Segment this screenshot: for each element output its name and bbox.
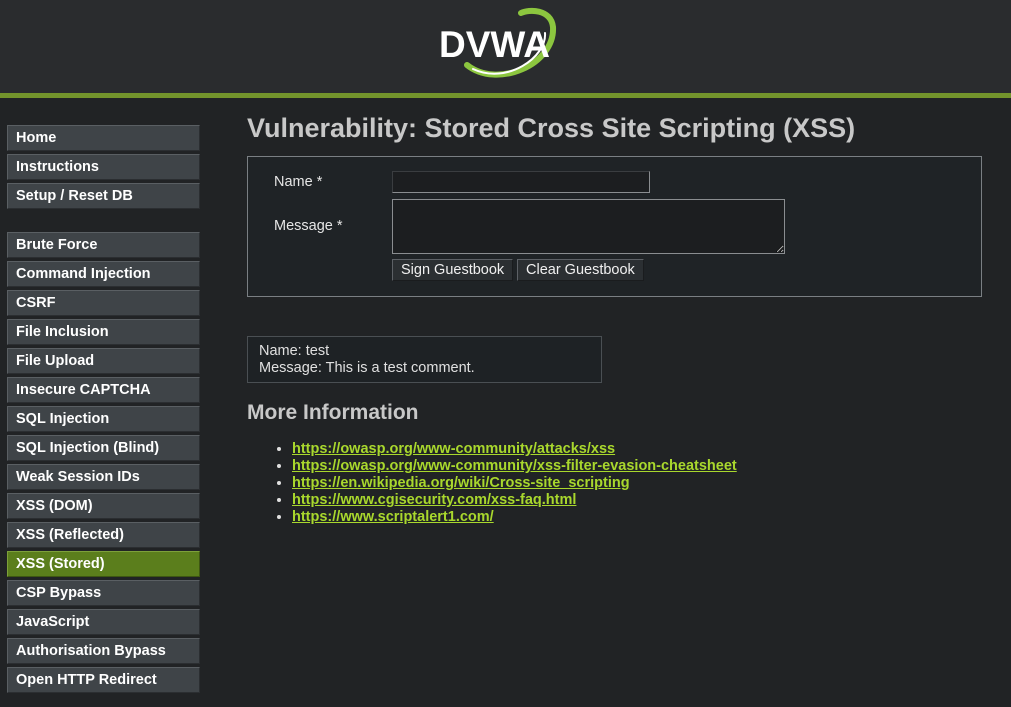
sidebar-item-brute-force[interactable]: Brute Force: [7, 232, 200, 258]
more-info-link[interactable]: https://en.wikipedia.org/wiki/Cross-site…: [292, 475, 630, 491]
more-info-link[interactable]: https://owasp.org/www-community/xss-filt…: [292, 458, 737, 474]
main-content: Vulnerability: Stored Cross Site Scripti…: [247, 110, 987, 525]
sidebar-item-insecure-captcha[interactable]: Insecure CAPTCHA: [7, 377, 200, 403]
svg-text:DVWA: DVWA: [439, 24, 550, 65]
clear-guestbook-button[interactable]: Clear Guestbook: [517, 259, 644, 281]
sidebar-item-xss-stored[interactable]: XSS (Stored): [7, 551, 200, 577]
sidebar-item-open-http-redirect[interactable]: Open HTTP Redirect: [7, 667, 200, 693]
sidebar-item-file-upload[interactable]: File Upload: [7, 348, 200, 374]
sidebar-menu: Home Instructions Setup / Reset DB Brute Fo…: [7, 125, 200, 696]
guestbook-form: Name * Message * Sign Guestbook Clear Gu…: [247, 156, 982, 297]
header-bar: DVWA: [0, 0, 1011, 98]
sidebar-item-xss-dom[interactable]: XSS (DOM): [7, 493, 200, 519]
more-info-link[interactable]: https://owasp.org/www-community/attacks/…: [292, 441, 615, 457]
sidebar-item-weak-session-ids[interactable]: Weak Session IDs: [7, 464, 200, 490]
sidebar-item-setup-reset-db[interactable]: Setup / Reset DB: [7, 183, 200, 209]
name-label: Name *: [274, 174, 323, 190]
more-info-list-item: https://www.cgisecurity.com/xss-faq.html: [292, 492, 737, 509]
sidebar-item-csrf[interactable]: CSRF: [7, 290, 200, 316]
more-info-list-item: https://owasp.org/www-community/attacks/…: [292, 441, 737, 458]
sidebar-item-csp-bypass[interactable]: CSP Bypass: [7, 580, 200, 606]
sign-guestbook-button[interactable]: Sign Guestbook: [392, 259, 514, 281]
sidebar-item-command-injection[interactable]: Command Injection: [7, 261, 200, 287]
more-info-list-item: https://www.scriptalert1.com/: [292, 509, 737, 526]
sidebar-item-home[interactable]: Home: [7, 125, 200, 151]
sidebar-item-instructions[interactable]: Instructions: [7, 154, 200, 180]
message-label: Message *: [274, 218, 343, 234]
dvwa-logo[interactable]: DVWA: [437, 7, 561, 83]
more-info-link[interactable]: https://www.cgisecurity.com/xss-faq.html: [292, 492, 576, 508]
name-input[interactable]: [392, 171, 650, 193]
message-input[interactable]: [392, 199, 785, 254]
sidebar-item-sql-injection[interactable]: SQL Injection: [7, 406, 200, 432]
more-info-list-item: https://owasp.org/www-community/xss-filt…: [292, 458, 737, 475]
more-info-links: https://owasp.org/www-community/attacks/…: [247, 441, 737, 526]
more-info-list-item: https://en.wikipedia.org/wiki/Cross-site…: [292, 475, 737, 492]
sidebar-item-javascript[interactable]: JavaScript: [7, 609, 200, 635]
comment-message: Message: This is a test comment.: [259, 360, 475, 376]
more-info-heading: More Information: [247, 401, 419, 424]
sidebar-item-xss-reflected[interactable]: XSS (Reflected): [7, 522, 200, 548]
page-title: Vulnerability: Stored Cross Site Scripti…: [247, 113, 856, 143]
sidebar-item-authorisation-bypass[interactable]: Authorisation Bypass: [7, 638, 200, 664]
comment-name: Name: test: [259, 343, 330, 359]
guestbook-comment: Name: test Message: This is a test comme…: [247, 336, 602, 383]
sidebar-item-sql-injection-blind[interactable]: SQL Injection (Blind): [7, 435, 200, 461]
more-info-link[interactable]: https://www.scriptalert1.com/: [292, 509, 494, 525]
sidebar-item-file-inclusion[interactable]: File Inclusion: [7, 319, 200, 345]
